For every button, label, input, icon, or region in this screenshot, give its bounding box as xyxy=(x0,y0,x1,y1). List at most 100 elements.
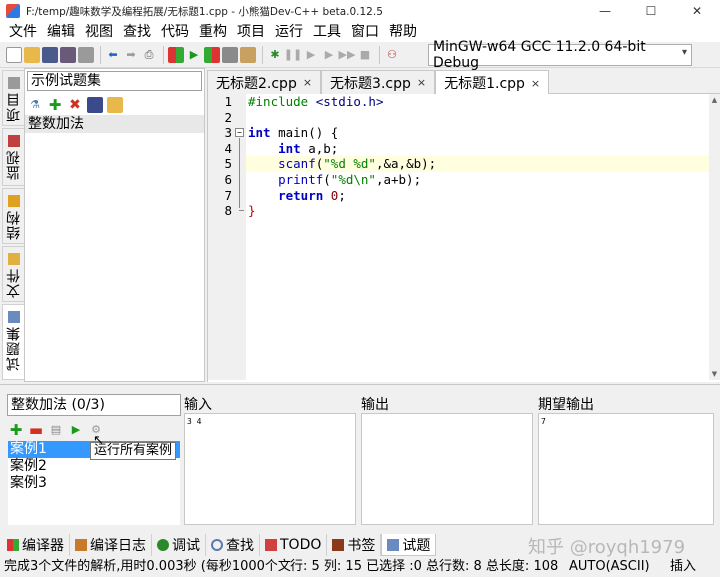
search-icon xyxy=(211,539,223,551)
input-box[interactable]: 3 4 xyxy=(184,413,356,525)
save-icon[interactable] xyxy=(42,46,58,63)
menu-window[interactable]: 窗口 xyxy=(346,22,384,42)
menu-run[interactable]: 运行 xyxy=(270,22,308,42)
watermark: 知乎 @royqh1979 xyxy=(528,537,686,558)
chevron-down-icon: ▾ xyxy=(681,47,687,58)
tab-label: 无标题2.cpp xyxy=(216,75,297,92)
menu-refactor[interactable]: 重构 xyxy=(194,22,232,42)
code-token: ,&a,&b); xyxy=(375,156,437,172)
tab-structure[interactable]: 结构 xyxy=(2,188,24,244)
print-icon[interactable]: ⎙ xyxy=(141,47,157,63)
close-icon[interactable]: × xyxy=(417,76,426,89)
remove-problem-icon[interactable]: ✖ xyxy=(67,97,83,113)
window-title: F:/temp/趣味数学及编程拓展/无标题1.cpp - 小熊猫Dev-C++ … xyxy=(26,5,383,18)
list-item[interactable]: 案例2 xyxy=(8,458,180,475)
line-number: 5 xyxy=(224,156,232,172)
scroll-down-icon[interactable]: ▼ xyxy=(709,370,720,378)
toolbar-separator xyxy=(163,45,164,64)
menu-file[interactable]: 文件 xyxy=(4,22,42,42)
tab-bookmarks[interactable]: 书签 xyxy=(327,534,382,556)
menu-code[interactable]: 代码 xyxy=(156,22,194,42)
minimize-button[interactable]: — xyxy=(582,0,628,22)
title-bar: F:/temp/趣味数学及编程拓展/无标题1.cpp - 小熊猫Dev-C++ … xyxy=(0,0,720,22)
tab-todo[interactable]: TODO xyxy=(260,534,328,556)
left-tab-bar: 项目 监视 结构 文件 试题集 xyxy=(0,68,24,382)
code-line-6: printf("%d\n",a+b); xyxy=(248,172,708,188)
editor-scrollbar[interactable]: ▲ ▼ xyxy=(709,94,720,380)
menu-tools[interactable]: 工具 xyxy=(308,22,346,42)
list-item[interactable]: 案例3 xyxy=(8,475,180,492)
code-editor[interactable]: 1 2 3 4 5 6 7 8 − #include <stdio.h> int… xyxy=(207,94,720,382)
menu-edit[interactable]: 编辑 xyxy=(42,22,80,42)
menu-project[interactable]: 项目 xyxy=(232,22,270,42)
menu-view[interactable]: 视图 xyxy=(80,22,118,42)
close-icon[interactable]: × xyxy=(303,76,312,89)
add-case-icon[interactable]: ✚ xyxy=(8,422,24,438)
new-file-icon[interactable] xyxy=(6,46,22,63)
problemset-panel: 示例试题集 ⚗ ✚ ✖ 整数加法 xyxy=(24,68,205,382)
tab-untitled2[interactable]: 无标题2.cpp × xyxy=(207,70,322,94)
run-icon[interactable]: ▶ xyxy=(186,47,202,63)
open-problemset-icon[interactable] xyxy=(107,97,123,113)
status-bar: 完成3个文件的解析,用时0.003秒 (每秒1000个文 行: 5 列: 15 … xyxy=(0,557,720,577)
stop-icon[interactable]: ■ xyxy=(357,47,373,63)
tab-files-label: 文件 xyxy=(5,268,22,298)
pause-icon[interactable]: ❚❚ xyxy=(284,47,302,63)
project-options-icon[interactable] xyxy=(240,46,256,63)
scroll-up-icon[interactable]: ▲ xyxy=(709,96,720,104)
file-encoding[interactable]: AUTO(ASCII) xyxy=(569,557,650,577)
code-token: ( xyxy=(323,172,331,187)
tab-problems[interactable]: 试题 xyxy=(381,534,437,556)
tab-project[interactable]: 项目 xyxy=(2,70,24,126)
tab-debug[interactable]: 调试 xyxy=(152,534,206,556)
todo-icon xyxy=(265,539,277,551)
step-into-icon[interactable]: ▶ xyxy=(321,47,337,63)
line-number-gutter: 1 2 3 4 5 6 7 8 − xyxy=(208,94,246,380)
close-button[interactable]: ✕ xyxy=(674,0,720,22)
tab-find[interactable]: 查找 xyxy=(206,534,260,556)
tab-untitled3[interactable]: 无标题3.cpp × xyxy=(321,70,436,94)
menu-search[interactable]: 查找 xyxy=(118,22,156,42)
fold-toggle-icon[interactable]: − xyxy=(235,128,244,137)
expected-output-box[interactable]: 7 xyxy=(538,413,714,525)
output-box[interactable] xyxy=(361,413,533,525)
add-problem-icon[interactable]: ✚ xyxy=(47,97,63,113)
tab-watch[interactable]: 监视 xyxy=(2,128,24,186)
new-problemset-icon[interactable]: ⚗ xyxy=(27,97,43,113)
tab-debug-label: 调试 xyxy=(172,538,200,554)
save-all-icon[interactable] xyxy=(60,46,76,63)
tab-compiler[interactable]: 编译器 xyxy=(2,534,70,556)
compile-run-icon[interactable] xyxy=(204,46,220,63)
debug-icon[interactable]: ✱ xyxy=(267,47,283,63)
compiler-select[interactable]: MinGW-w64 GCC 11.2.0 64-bit Debug ▾ xyxy=(428,39,692,71)
profile-icon[interactable]: ⚇ xyxy=(384,47,400,63)
menu-help[interactable]: 帮助 xyxy=(384,22,422,42)
save-problemset-icon[interactable] xyxy=(87,97,103,113)
list-item[interactable]: 整数加法 xyxy=(25,115,204,133)
problemset-name-field[interactable]: 示例试题集 xyxy=(27,71,202,91)
rebuild-icon[interactable] xyxy=(222,46,238,63)
tab-compiler-label: 编译器 xyxy=(22,538,64,554)
code-line-7: return 0; xyxy=(248,188,708,204)
close-icon[interactable]: × xyxy=(531,77,540,90)
remove-case-icon[interactable]: ▬ xyxy=(28,422,44,438)
folder-icon xyxy=(7,253,20,265)
compile-icon[interactable] xyxy=(168,46,184,63)
step-over-icon[interactable]: ▶ xyxy=(303,47,319,63)
code-line-5: scanf("%d %d",&a,&b); xyxy=(246,156,720,172)
undo-icon[interactable]: ⬅ xyxy=(105,47,121,63)
mouse-cursor-icon: ↖ xyxy=(93,433,104,448)
tab-untitled1[interactable]: 无标题1.cpp × xyxy=(435,70,550,95)
bookmark-icon xyxy=(332,539,345,551)
maximize-button[interactable]: ☐ xyxy=(628,0,674,22)
tab-compile-log[interactable]: 编译日志 xyxy=(70,534,152,556)
redo-icon[interactable]: ➡ xyxy=(123,47,139,63)
run-all-cases-icon[interactable]: ▶ xyxy=(68,422,84,438)
close-file-icon[interactable] xyxy=(78,46,94,63)
continue-icon[interactable]: ▶▶ xyxy=(339,47,356,63)
edit-case-icon[interactable]: ▤ xyxy=(48,422,64,438)
tab-files[interactable]: 文件 xyxy=(2,246,24,302)
open-folder-icon[interactable] xyxy=(24,46,40,63)
tab-problemset[interactable]: 试题集 xyxy=(2,304,24,380)
